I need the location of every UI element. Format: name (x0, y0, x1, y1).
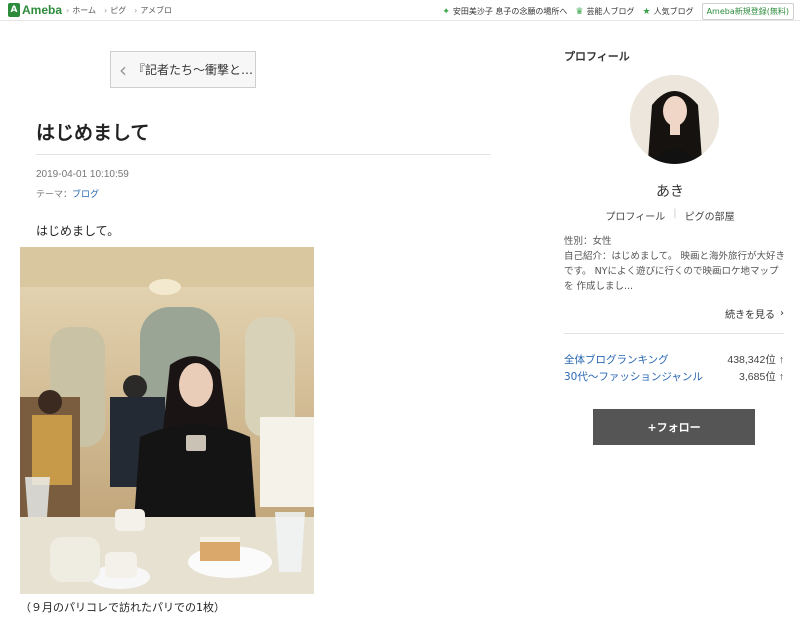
profile-name: あき (656, 184, 684, 200)
profile-sidebar: プロフィール あき プロフィール | ピグの部屋 性別：女性 自己紹介：はじめま… (540, 21, 800, 638)
profile-links: プロフィール | ピグの部屋 (540, 208, 800, 223)
article-photo[interactable] (20, 247, 314, 594)
celebrity-blog-link[interactable]: ♛ 芸能人ブログ (575, 6, 634, 17)
previous-article-button[interactable]: ‹ 『記者たち〜衝撃と… (110, 51, 256, 88)
article-intro: はじめまして。 (36, 224, 120, 238)
article-theme: テーマ：ブログ (36, 187, 99, 200)
popular-blog-label: 人気ブログ (653, 7, 694, 16)
read-more-label: 続きを見る (725, 310, 775, 321)
nav-ameblo[interactable]: アメブロ (134, 5, 172, 16)
ranking-row[interactable]: 全体ブログランキング 438,342位 ↑ (564, 352, 784, 367)
crown-icon: ♛ (575, 6, 584, 17)
article-title: はじめまして (36, 122, 150, 144)
news-link-label: 安田美沙子 息子の念願の場所へ (452, 7, 568, 16)
pigg-room-link[interactable]: ピグの部屋 (685, 208, 735, 223)
read-more-link[interactable]: 続きを見る › (725, 306, 784, 321)
profile-divider (564, 333, 784, 334)
profile-bio: 自己紹介：はじめまして。 映画と海外旅行が大好きです。 NYによく遊びに行くので… (564, 251, 785, 292)
arrow-up-icon: ↑ (778, 354, 784, 366)
avatar[interactable] (630, 75, 719, 164)
photo-caption: （９月のパリコレで訪れたパリでの1枚） (20, 601, 225, 614)
top-right-links: ✦ 安田美沙子 息子の念願の場所へ ♛ 芸能人ブログ ★ 人気ブログ Ameba… (442, 3, 794, 20)
ranking-row[interactable]: 30代〜ファッションジャンル 3,685位 ↑ (564, 369, 784, 384)
theme-prefix: テーマ： (36, 190, 73, 200)
ameba-logo-icon: A (8, 3, 20, 17)
register-button[interactable]: Ameba新規登録(無料) (701, 3, 794, 20)
profile-heading: プロフィール (564, 50, 630, 63)
popular-blog-link[interactable]: ★ 人気ブログ (643, 6, 694, 17)
ranking-value: 438,342位 ↑ (727, 354, 784, 366)
cafe-photo-illustration (20, 247, 314, 594)
celebrity-blog-label: 芸能人ブログ (586, 7, 635, 16)
title-divider (36, 154, 491, 155)
article-column: ‹ 『記者たち〜衝撃と… はじめまして 2019-04-01 10:10:59 … (0, 21, 540, 638)
profile-info: 性別：女性 自己紹介：はじめまして。 映画と海外旅行が大好きです。 NYによく遊… (564, 234, 786, 294)
ranking-label: 全体ブログランキング (564, 354, 669, 366)
news-link[interactable]: ✦ 安田美沙子 息子の念願の場所へ (442, 6, 567, 17)
chevron-right-icon: › (780, 308, 784, 319)
arrow-up-icon: ↑ (778, 371, 784, 383)
link-separator: | (673, 208, 677, 219)
ranking-label: 30代〜ファッションジャンル (564, 371, 703, 383)
top-bar: A Ameba ホーム ピグ アメブロ ✦ 安田美沙子 息子の念願の場所へ ♛ … (0, 0, 800, 21)
ameba-logo[interactable]: A Ameba (8, 3, 62, 17)
follow-button[interactable]: +フォロー (593, 409, 755, 445)
theme-link[interactable]: ブログ (72, 190, 99, 200)
nav-pigg[interactable]: ピグ (104, 5, 126, 16)
ranking-value: 3,685位 ↑ (739, 371, 784, 383)
profile-link[interactable]: プロフィール (605, 208, 665, 223)
logo-text: Ameba (22, 3, 63, 17)
avatar-illustration (630, 75, 719, 164)
article-date: 2019-04-01 10:10:59 (36, 169, 129, 180)
chevron-left-icon: ‹ (119, 57, 127, 82)
profile-gender: 性別：女性 (564, 236, 612, 247)
previous-article-label: 『記者たち〜衝撃と… (133, 63, 254, 77)
nav-home[interactable]: ホーム (66, 5, 96, 16)
sparkle-icon: ✦ (442, 6, 450, 17)
top-nav: ホーム ピグ アメブロ (66, 5, 172, 16)
star-icon: ★ (642, 6, 651, 17)
